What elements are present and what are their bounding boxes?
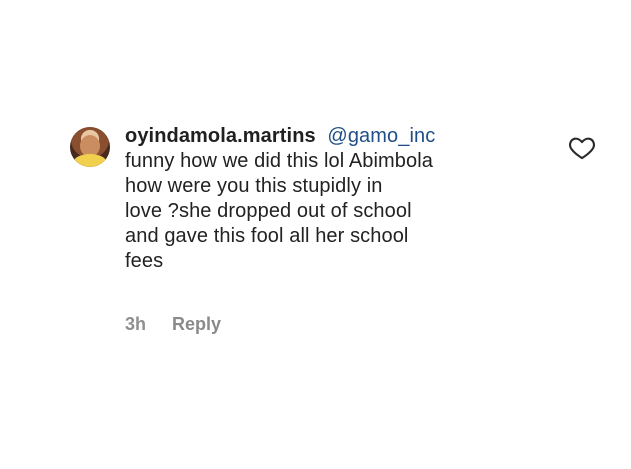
comment-text-block: oyindamola.martins @gamo_inc funny how w… [125,124,525,274]
instagram-comment: oyindamola.martins @gamo_inc funny how w… [70,124,610,354]
reply-button[interactable]: Reply [172,314,221,335]
comment-meta: 3h Reply [125,314,221,335]
avatar-shirt [74,154,106,167]
comment-time: 3h [125,314,147,334]
comment-username[interactable]: oyindamola.martins [125,125,316,147]
comment-body: funny how we did this lol Abimbola how w… [125,150,434,272]
heart-icon-svg [569,137,595,160]
heart-icon[interactable] [568,134,596,160]
avatar[interactable] [70,127,110,167]
comment-mention[interactable]: @gamo_inc [327,125,435,147]
